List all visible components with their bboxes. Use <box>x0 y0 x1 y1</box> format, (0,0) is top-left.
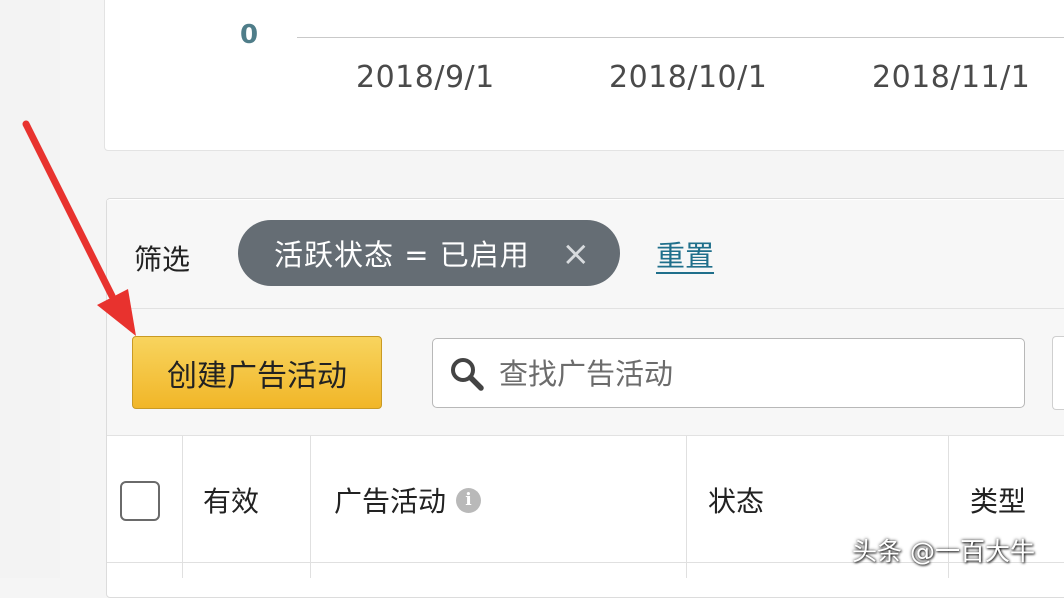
watermark-text: 头条 @一百大牛 <box>852 537 1035 566</box>
search-icon <box>451 358 484 391</box>
column-header-active[interactable]: 有效 <box>203 480 259 520</box>
chart-baseline <box>297 37 1064 38</box>
column-header-campaign-label: 广告活动 <box>334 485 447 518</box>
column-header-campaign[interactable]: 广告活动 i <box>334 480 482 520</box>
column-divider <box>686 436 687 578</box>
search-box[interactable] <box>432 338 1025 408</box>
column-divider <box>182 436 183 578</box>
x-tick-label: 2018/9/1 <box>356 60 495 95</box>
column-divider <box>310 436 311 578</box>
left-background-strip <box>0 0 60 578</box>
select-all-checkbox[interactable] <box>120 481 160 521</box>
x-tick-label: 2018/11/1 <box>872 60 1031 95</box>
search-input[interactable] <box>497 347 1011 401</box>
info-icon[interactable]: i <box>456 487 482 513</box>
x-tick-label: 2018/10/1 <box>609 60 768 95</box>
column-header-type[interactable]: 类型 <box>970 480 1026 520</box>
filter-chip-text: 活跃状态 = 已启用 <box>274 238 530 272</box>
close-icon[interactable]: × <box>562 234 591 274</box>
toolbar-next-control-edge[interactable] <box>1052 336 1064 410</box>
reset-filter-link[interactable]: 重置 <box>656 233 714 275</box>
y-axis-zero-label: 0 <box>240 20 259 50</box>
create-campaign-button[interactable]: 创建广告活动 <box>132 336 382 409</box>
filter-label: 筛选 <box>134 243 191 276</box>
active-filter-chip[interactable]: 活跃状态 = 已启用 × <box>238 220 620 286</box>
column-header-status[interactable]: 状态 <box>708 480 764 520</box>
